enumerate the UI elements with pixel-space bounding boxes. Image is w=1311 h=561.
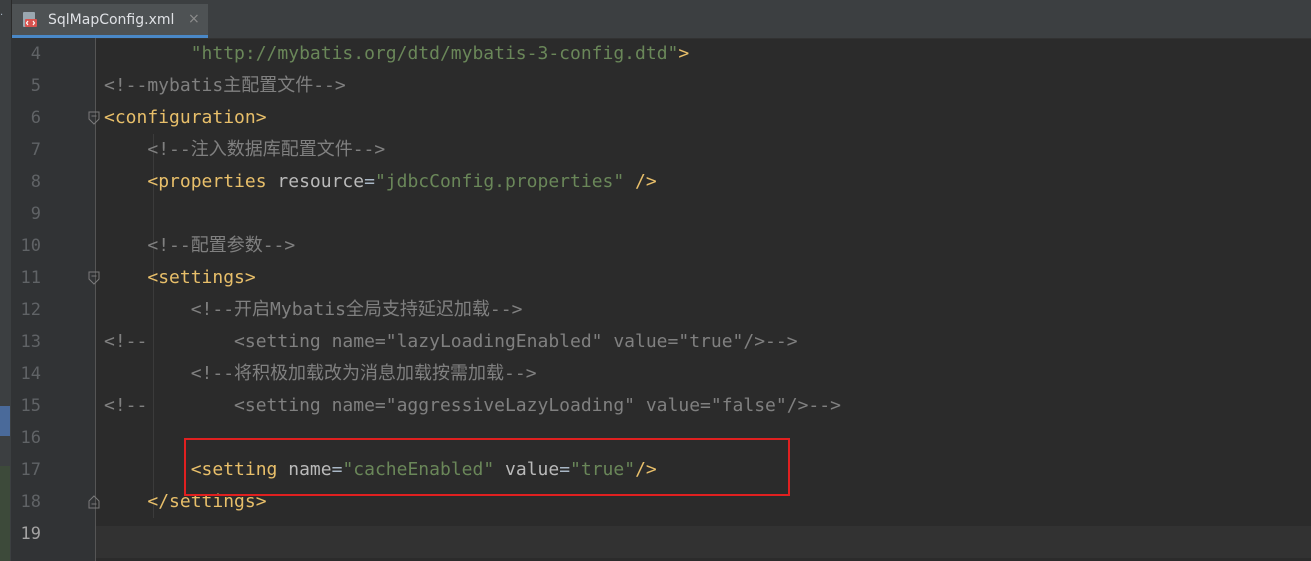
line-number: 5: [30, 76, 41, 96]
line-number: 18: [20, 492, 41, 512]
code-token: <configuration>: [104, 107, 267, 128]
change-marker: [0, 466, 10, 561]
line-number: 17: [20, 460, 41, 480]
line-number: 15: [20, 396, 41, 416]
code-token: <settings>: [147, 267, 256, 288]
line-number: 10: [20, 236, 41, 256]
line-number: 4: [30, 44, 41, 64]
code-token: <!--mybatis主配置文件-->: [104, 75, 346, 96]
chevron-icon: ·: [0, 10, 4, 21]
code-token: <properties: [147, 171, 278, 192]
tab-sqlmapconfig[interactable]: SqlMapConfig.xml ×: [12, 4, 208, 38]
line-number: 9: [30, 204, 41, 224]
code-line: <!--将积极加载改为消息加载按需加载-->: [104, 358, 537, 390]
annotation-highlight-box: [184, 438, 790, 496]
line-number: 13: [20, 332, 41, 352]
code-token: />: [624, 171, 657, 192]
code-line: <!--mybatis主配置文件-->: [104, 70, 346, 102]
line-number-gutter: 4 5 6 7 8 9 10 11 12 13 14 15 16 17 18 19: [11, 38, 100, 561]
code-line: <!--配置参数-->: [104, 230, 295, 262]
code-line: <properties resource="jdbcConfig.propert…: [104, 166, 657, 198]
line-number: 12: [20, 300, 41, 320]
code-token: <!--配置参数-->: [147, 235, 296, 256]
code-token: =: [364, 171, 375, 192]
xml-file-icon: [23, 12, 37, 27]
code-line: <configuration>: [104, 102, 267, 134]
code-token: <!--开启Mybatis全局支持延迟加载-->: [190, 299, 523, 320]
current-line-highlight: [96, 526, 1311, 558]
code-token: <!-- <setting name="lazyLoadingEnabled" …: [104, 331, 798, 352]
line-number: 11: [20, 268, 41, 288]
line-number: 19: [20, 524, 41, 544]
code-token: >: [678, 43, 690, 64]
line-number: 8: [30, 172, 41, 192]
code-line: <!-- <setting name="lazyLoadingEnabled" …: [104, 326, 798, 358]
code-token: <!--将积极加载改为消息加载按需加载-->: [190, 363, 537, 384]
code-line: "http://mybatis.org/dtd/mybatis-3-config…: [104, 38, 690, 70]
code-token: <!--注入数据库配置文件-->: [147, 139, 386, 160]
code-line: <!-- <setting name="aggressiveLazyLoadin…: [104, 390, 841, 422]
code-token: "jdbcConfig.properties": [374, 171, 625, 192]
close-icon[interactable]: ×: [188, 10, 200, 28]
code-line: <settings>: [104, 262, 256, 294]
code-line: <!--注入数据库配置文件-->: [104, 134, 385, 166]
ide-window: SqlMapConfig.xml × · 4 5 6 7 8 9 10 11 12 13 14 15 1…: [0, 0, 1311, 561]
code-line: <!--开启Mybatis全局支持延迟加载-->: [104, 294, 523, 326]
line-number: 16: [20, 428, 41, 448]
code-token: resource: [277, 171, 365, 192]
code-token: <!-- <setting name="aggressiveLazyLoadin…: [104, 395, 841, 416]
line-number: 6: [30, 108, 41, 128]
editor-tab-bar: SqlMapConfig.xml ×: [0, 0, 1311, 39]
line-number: 14: [20, 364, 41, 384]
tab-label: SqlMapConfig.xml: [48, 12, 175, 28]
line-number: 7: [30, 140, 41, 160]
change-marker: [0, 406, 10, 436]
code-token: "http://mybatis.org/dtd/mybatis-3-config…: [190, 43, 679, 64]
